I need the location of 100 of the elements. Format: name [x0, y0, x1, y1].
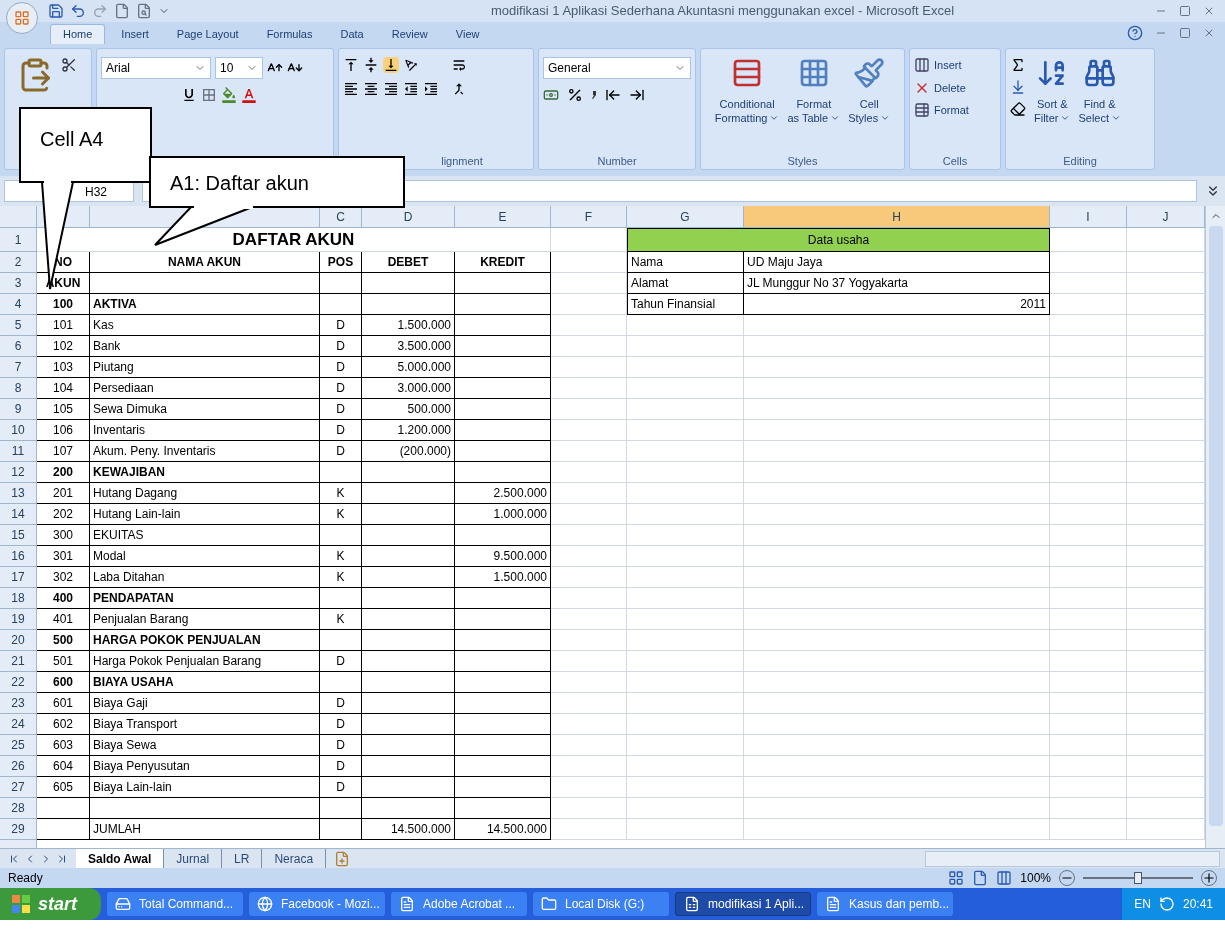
table-cell: D	[320, 714, 362, 735]
ribbon-tab[interactable]: View	[443, 24, 492, 44]
row-header[interactable]: 15	[0, 525, 37, 546]
style-button[interactable]: Conditional Formatting	[714, 57, 780, 125]
table-cell: UD Maju Jaya	[744, 252, 1050, 273]
taskbar-button[interactable]: Local Disk (G:)	[533, 892, 669, 916]
taskbar-button[interactable]: Kasus dan pemb...	[817, 892, 953, 916]
sheet-tab[interactable]: Saldo Awal	[76, 849, 165, 868]
table-cell: AKTIVA	[90, 294, 320, 315]
column-header[interactable]: F	[551, 206, 627, 228]
table-cell: Biaya Penyusutan	[90, 756, 320, 777]
ribbon-tab[interactable]: Insert	[109, 24, 161, 44]
table-cell: BIAYA USAHA	[90, 672, 320, 693]
number-format-field[interactable]: General	[543, 57, 691, 79]
table-cell: Persediaan	[90, 378, 320, 399]
row-header[interactable]: 29	[0, 819, 37, 840]
table-cell: Alamat	[627, 273, 744, 294]
table-cell: NAMA AKUN	[90, 252, 320, 273]
font-size-field[interactable]: 10	[215, 57, 263, 79]
table-cell: K	[320, 609, 362, 630]
taskbar-button[interactable]: modifikasi 1 Apli...	[675, 892, 811, 916]
table-cell: 201	[37, 483, 90, 504]
row-header[interactable]: 5	[0, 315, 37, 336]
table-cell: Bank	[90, 336, 320, 357]
style-button[interactable]: Format as Table	[787, 57, 841, 125]
zoom-level[interactable]: 100%	[1020, 869, 1051, 887]
row-header[interactable]: 24	[0, 714, 37, 735]
table-cell: 103	[37, 357, 90, 378]
ribbon-tab[interactable]: Review	[379, 24, 440, 44]
row-header[interactable]: 4	[0, 294, 37, 315]
row-header[interactable]: 7	[0, 357, 37, 378]
table-cell: 603	[37, 735, 90, 756]
group-label: Editing	[1062, 153, 1098, 169]
table-cell: EKUITAS	[90, 525, 320, 546]
row-header[interactable]: 2	[0, 252, 37, 273]
taskbar-button[interactable]: Facebook - Mozi...	[249, 892, 385, 916]
table-cell: Kas	[90, 315, 320, 336]
ribbon-tab[interactable]: Formulas	[254, 24, 325, 44]
taskbar-button[interactable]: Total Command...	[107, 892, 243, 916]
table-cell: Biaya Lain-lain	[90, 777, 320, 798]
row-header[interactable]: 14	[0, 504, 37, 525]
table-cell: 501	[37, 651, 90, 672]
font-name-field[interactable]: Arial	[101, 57, 211, 79]
table-cell: D	[320, 399, 362, 420]
table-cell: 14.500.000	[455, 819, 551, 840]
ribbon-tab[interactable]: Home	[50, 24, 106, 44]
table-cell: D	[320, 777, 362, 798]
row-header[interactable]: 13	[0, 483, 37, 504]
row-header[interactable]: 22	[0, 672, 37, 693]
table-cell: KEWAJIBAN	[90, 462, 320, 483]
table-cell: K	[320, 504, 362, 525]
row-header[interactable]: 25	[0, 735, 37, 756]
table-cell: Piutang	[90, 357, 320, 378]
row-header[interactable]: 20	[0, 630, 37, 651]
table-cell: Tahun Finansial	[627, 294, 744, 315]
column-header[interactable]: H	[744, 206, 1050, 228]
table-cell: Laba Ditahan	[90, 567, 320, 588]
row-header[interactable]: 3	[0, 273, 37, 294]
style-button[interactable]: Cell Styles	[848, 57, 891, 125]
row-header[interactable]: 17	[0, 567, 37, 588]
table-cell: Hutang Lain-lain	[90, 504, 320, 525]
cells-button[interactable]: Format	[914, 102, 996, 119]
editing-button[interactable]: Sort & Filter	[1034, 57, 1071, 125]
row-header[interactable]: 16	[0, 546, 37, 567]
row-header[interactable]: 8	[0, 378, 37, 399]
row-header[interactable]: 9	[0, 399, 37, 420]
taskbar-button[interactable]: Adobe Acrobat ...	[391, 892, 527, 916]
table-cell: 1.000.000	[455, 504, 551, 525]
group-label: Number	[596, 153, 638, 169]
row-header[interactable]: 1	[0, 228, 37, 252]
table-cell: 400	[37, 588, 90, 609]
group-label: Cells	[941, 153, 969, 169]
table-cell: POS	[320, 252, 362, 273]
column-header[interactable]: E	[455, 206, 551, 228]
row-header[interactable]: 19	[0, 609, 37, 630]
cells-button[interactable]: Insert	[914, 57, 996, 74]
ribbon-tab[interactable]: Data	[328, 24, 376, 44]
row-header[interactable]: 10	[0, 420, 37, 441]
start-button[interactable]: start	[0, 888, 101, 920]
ribbon-tab[interactable]: Page Layout	[164, 24, 251, 44]
row-header[interactable]: 26	[0, 756, 37, 777]
row-header[interactable]: 18	[0, 588, 37, 609]
row-header[interactable]: 27	[0, 777, 37, 798]
row-header[interactable]: 11	[0, 441, 37, 462]
row-header[interactable]: 28	[0, 798, 37, 819]
column-header[interactable]: J	[1127, 206, 1205, 228]
table-cell: Modal	[90, 546, 320, 567]
column-header[interactable]: C	[320, 206, 362, 228]
cells-button[interactable]: Delete	[914, 79, 996, 96]
table-cell: 500.000	[362, 399, 455, 420]
column-header[interactable]: D	[362, 206, 455, 228]
column-header[interactable]: I	[1050, 206, 1127, 228]
editing-button[interactable]: Find & Select	[1078, 57, 1122, 125]
table-cell: JUMLAH	[90, 819, 320, 840]
table-cell: JL Munggur No 37 Yogyakarta	[744, 273, 1050, 294]
row-header[interactable]: 6	[0, 336, 37, 357]
row-header[interactable]: 23	[0, 693, 37, 714]
row-header[interactable]: 12	[0, 462, 37, 483]
row-header[interactable]: 21	[0, 651, 37, 672]
column-header[interactable]: G	[627, 206, 744, 228]
